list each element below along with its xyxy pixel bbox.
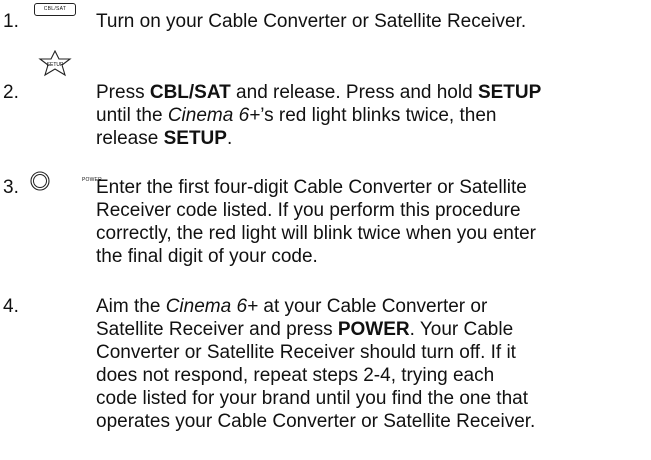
step-4-line-6: operates your Cable Converter or Satelli… (96, 411, 536, 432)
step-1-line: Turn on your Cable Converter or Satellit… (96, 11, 527, 32)
step-1-text: Turn on your Cable Converter or Satellit… (96, 10, 646, 33)
step-4-line-2: Satellite Receiver and press POWER. Your… (96, 319, 514, 340)
step-number-3: 3. (3, 177, 19, 198)
step-number-2: 2. (3, 82, 19, 103)
step-2-text: Press CBL/SAT and release. Press and hol… (96, 81, 646, 150)
step-3-text: Enter the first four-digit Cable Convert… (96, 176, 646, 268)
step-3-line-4: the final digit of your code. (96, 246, 318, 267)
step-2-line-2: until the Cinema 6+’s red light blinks t… (96, 105, 497, 126)
step-4-line-1: Aim the Cinema 6+ at your Cable Converte… (96, 296, 488, 317)
setup-star-button-icon: SETUP (38, 50, 72, 77)
step-4-text: Aim the Cinema 6+ at your Cable Converte… (96, 295, 646, 433)
step-3-line-1: Enter the first four-digit Cable Convert… (96, 177, 527, 198)
step-4-line-5: code listed for your brand until you fin… (96, 388, 528, 409)
power-circle-icon (30, 171, 50, 191)
step-3-line-3: correctly, the red light will blink twic… (96, 223, 537, 244)
setup-icon-label: SETUP (47, 62, 64, 68)
step-number-1: 1. (3, 11, 19, 32)
step-2-line-1: Press CBL/SAT and release. Press and hol… (96, 82, 542, 103)
step-4-line-3: Converter or Satellite Receiver should t… (96, 342, 516, 363)
step-number-4: 4. (3, 296, 19, 317)
step-3-line-2: Receiver code listed. If you perform thi… (96, 200, 521, 221)
step-4-line-4: does not respond, repeat steps 2-4, tryi… (96, 365, 495, 386)
step-2-line-3: release SETUP. (96, 128, 233, 149)
power-button-icon: POWER (30, 171, 102, 191)
cbl-sat-button-icon: CBL/SAT (34, 3, 76, 16)
